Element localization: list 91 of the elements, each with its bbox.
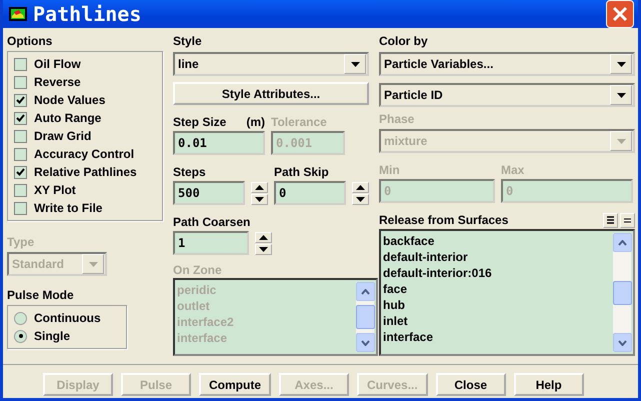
checkbox-label: Node Values (34, 93, 106, 107)
checkbox[interactable] (14, 76, 27, 88)
field-label: Style (173, 34, 203, 49)
up-arrow-icon (259, 235, 268, 240)
list-item[interactable]: backface (383, 233, 613, 249)
field-label: Tolerance (271, 114, 327, 130)
field-label: Path Coarsen (173, 214, 250, 230)
radio-button[interactable] (14, 330, 27, 342)
checkmark-icon (16, 96, 25, 104)
down-arrow-icon (259, 247, 268, 252)
list-item[interactable]: face (383, 281, 613, 297)
dropdown[interactable]: Particle Variables... (379, 52, 635, 76)
list-item[interactable]: interface (383, 329, 613, 345)
dialog-button[interactable]: Compute (199, 373, 271, 396)
field-label: Step Size (173, 114, 226, 130)
dialog-button[interactable]: Close (436, 373, 506, 396)
spin-down-button[interactable] (255, 244, 272, 255)
close-button[interactable] (606, 0, 634, 28)
chevron-down-icon (361, 340, 370, 346)
list-item[interactable]: default-interior (383, 249, 613, 265)
field-label: Color by (379, 34, 429, 49)
input-field[interactable]: 500 (173, 181, 245, 205)
down-arrow-icon (616, 92, 626, 98)
input-field[interactable]: 0.01 (173, 131, 265, 155)
scrollbar[interactable] (613, 233, 631, 352)
checkbox[interactable] (14, 148, 27, 160)
radio-label: Single (34, 329, 70, 343)
checkbox[interactable] (14, 112, 27, 124)
field-label: Steps (173, 164, 206, 180)
spin-up-button[interactable] (251, 182, 268, 193)
down-arrow-icon (88, 262, 98, 266)
field-label: Phase (379, 112, 416, 127)
radio-button[interactable] (14, 312, 27, 324)
field-label: On Zone (173, 263, 223, 278)
checkmark-icon (16, 168, 25, 176)
dialog-button[interactable]: Help (514, 373, 584, 396)
checkbox-label: Accuracy Control (34, 147, 134, 161)
app-icon (9, 7, 27, 21)
checkbox[interactable] (14, 202, 27, 214)
field-label: Release from Surfaces (379, 212, 508, 228)
list-item[interactable]: inlet (383, 313, 613, 329)
section-label: Options (7, 34, 54, 49)
section-label: Pulse Mode (7, 288, 75, 303)
checkbox[interactable] (14, 130, 27, 142)
spin-up-button[interactable] (255, 232, 272, 243)
select-all-button[interactable] (603, 212, 618, 228)
down-arrow-icon (616, 62, 626, 66)
field-label: Max (501, 162, 524, 178)
equals-icon (624, 218, 631, 222)
up-arrow-icon (255, 185, 264, 190)
dropdown[interactable]: Particle ID (379, 83, 635, 107)
checkbox-label: Auto Range (34, 111, 102, 125)
spin-up-button[interactable] (352, 182, 369, 193)
radio-label: Continuous (34, 311, 101, 325)
checkbox-label: Draw Grid (34, 129, 92, 143)
field-label: Min (379, 162, 400, 178)
spin-down-button[interactable] (251, 194, 268, 205)
checkbox-label: Relative Pathlines (34, 165, 137, 179)
field-label: Type (7, 235, 36, 250)
checkbox-label: Write to File (34, 201, 102, 215)
checkbox[interactable] (14, 58, 27, 70)
down-arrow-icon (616, 138, 626, 144)
scroll-thumb[interactable] (613, 280, 632, 304)
checkbox-label: Oil Flow (34, 57, 81, 71)
down-arrow-icon (350, 62, 360, 66)
close-icon (612, 6, 628, 22)
chevron-up-icon (618, 240, 627, 246)
checkbox[interactable] (14, 166, 27, 178)
down-arrow-icon (255, 197, 264, 202)
up-arrow-icon (356, 185, 365, 190)
checkbox-label: XY Plot (34, 183, 76, 197)
checkbox-label: Reverse (34, 75, 81, 89)
input-field[interactable]: 1 (173, 231, 249, 255)
window-title: Pathlines (33, 2, 142, 26)
unit-label: (m) (246, 114, 265, 130)
deselect-all-button[interactable] (620, 212, 635, 228)
chevron-up-icon (361, 288, 370, 294)
down-arrow-icon (356, 197, 365, 202)
field-label: Path Skip (274, 164, 329, 180)
checkbox[interactable] (14, 94, 27, 106)
checkbox[interactable] (14, 184, 27, 196)
list-item[interactable]: default-interior:016 (383, 265, 613, 281)
spin-down-button[interactable] (352, 194, 369, 205)
list-item[interactable]: hub (383, 297, 613, 313)
list-icon (607, 216, 614, 224)
style-attributes-button[interactable]: Style Attributes... (173, 82, 369, 105)
dropdown[interactable]: line (173, 52, 369, 76)
checkmark-icon (16, 114, 25, 122)
list-box[interactable]: backface default-interior default-interior:016 face hub inlet interface (379, 229, 635, 356)
chevron-down-icon (618, 340, 627, 346)
input-field[interactable]: 0 (274, 181, 346, 205)
